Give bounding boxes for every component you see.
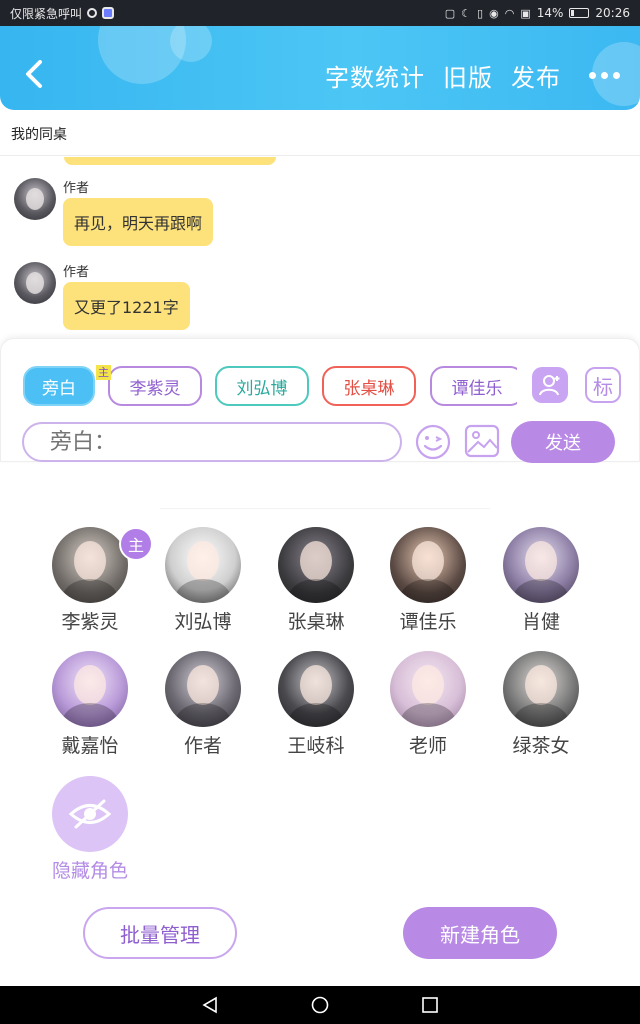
nav-recents-icon[interactable] (420, 995, 440, 1015)
role-chip-narrator[interactable]: 旁白 (23, 366, 95, 406)
character-name: 绿茶女 (512, 735, 570, 757)
character-name: 老师 (408, 735, 447, 757)
message-bubble[interactable]: 再见，明天再跟啊 (63, 198, 214, 246)
role-chip[interactable]: 李紫灵 (108, 366, 202, 406)
send-button[interactable]: 发送 (511, 421, 615, 463)
character-avatar (278, 527, 354, 603)
app-notification-icon (102, 7, 115, 19)
battery-fill (571, 10, 574, 16)
character-name: 戴嘉怡 (61, 735, 119, 757)
host-badge: 主 (119, 527, 153, 561)
batch-manage-button[interactable]: 批量管理 (83, 907, 237, 959)
character-item[interactable]: 肖健 (491, 527, 591, 634)
character-avatar (390, 527, 466, 603)
image-button[interactable] (464, 424, 500, 458)
notification-icon (87, 8, 98, 18)
character-item[interactable]: 老师 (378, 651, 478, 758)
emoji-button[interactable] (414, 423, 452, 461)
header-bubble-decoration (170, 26, 212, 62)
hide-roles-item[interactable]: 隐藏角色 (40, 776, 140, 883)
character-item[interactable]: 戴嘉怡 (40, 651, 140, 758)
character-name: 张桌琳 (287, 611, 345, 633)
role-chip[interactable]: 谭佳乐 (430, 366, 517, 406)
message-sender: 作者 (63, 181, 90, 196)
character-avatar (278, 651, 354, 727)
character-name: 刘弘博 (174, 611, 232, 633)
nfc-icon: ▢ (444, 6, 456, 20)
status-carrier-text: 仅限紧急呼叫 (10, 6, 83, 21)
character-avatar (165, 527, 241, 603)
nav-back-icon[interactable] (200, 995, 220, 1015)
avatar[interactable] (14, 262, 56, 304)
more-options-button[interactable] (579, 72, 620, 79)
character-item[interactable]: 刘弘博 (153, 527, 253, 634)
eye-comfort-icon: ◉ (489, 6, 499, 20)
character-name: 作者 (183, 735, 222, 757)
message-input[interactable] (22, 422, 402, 462)
character-avatar (165, 651, 241, 727)
system-nav-bar (0, 986, 640, 1024)
back-arrow-icon (26, 60, 42, 88)
sim-icon: ▣ (520, 6, 531, 20)
character-avatar (503, 527, 579, 603)
tag-button[interactable]: 标 (585, 367, 621, 403)
emoji-icon (415, 424, 451, 460)
host-mark-badge: 主 (96, 365, 111, 380)
role-chip[interactable]: 刘弘博 (215, 366, 309, 406)
role-select-button[interactable] (532, 367, 568, 403)
new-role-button[interactable]: 新建角色 (403, 907, 557, 959)
clock: 20:26 (595, 6, 630, 20)
character-item[interactable]: 张桌琳 (266, 527, 366, 634)
hide-roles-label: 隐藏角色 (51, 860, 128, 882)
character-name: 王岐科 (287, 735, 345, 757)
battery-percent: 14% (536, 6, 564, 20)
chat-title: 我的同桌 (0, 112, 640, 156)
message-sender: 作者 (63, 265, 90, 280)
person-icon (539, 375, 560, 396)
vibrate-icon: ▯ (477, 6, 484, 20)
wifi-icon: ◠ (504, 6, 515, 20)
old-version-button[interactable]: 旧版 (443, 58, 493, 93)
character-item[interactable]: 作者 (153, 651, 253, 758)
character-avatar (390, 651, 466, 727)
image-icon (464, 424, 500, 458)
character-item[interactable]: 王岐科 (266, 651, 366, 758)
character-avatar (52, 527, 128, 603)
publish-button[interactable]: 发布 (511, 58, 561, 93)
app-header: 字数统计 旧版 发布 (0, 26, 640, 110)
back-button[interactable] (18, 54, 50, 94)
previous-message-bubble (64, 157, 276, 165)
status-bar: 仅限紧急呼叫 ▢ ☾ ▯ ◉ ◠ ▣ 14% 20:26 (0, 0, 640, 26)
character-name: 谭佳乐 (399, 611, 457, 633)
character-avatar (503, 651, 579, 727)
battery-icon (569, 8, 590, 18)
character-name: 肖健 (521, 611, 560, 633)
hidden-eye-icon (52, 776, 128, 852)
divider (160, 508, 490, 509)
character-item[interactable]: 绿茶女 (491, 651, 591, 758)
character-item[interactable]: 谭佳乐 (378, 527, 478, 634)
avatar[interactable] (14, 178, 56, 220)
role-chip[interactable]: 张桌琳 (322, 366, 416, 406)
character-avatar (52, 651, 128, 727)
character-name: 李紫灵 (61, 611, 119, 633)
message-bubble[interactable]: 又更了1221字 (63, 282, 190, 330)
nav-home-icon[interactable] (310, 995, 330, 1015)
word-count-button[interactable]: 字数统计 (325, 58, 425, 93)
do-not-disturb-icon: ☾ (461, 6, 472, 20)
